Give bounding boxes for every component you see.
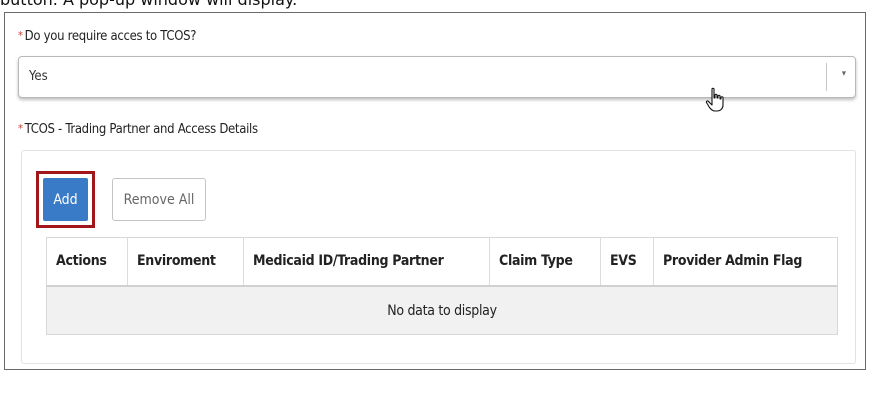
tcos-form-card: * Do you require acces to TCOS? Yes ▾ * TC… — [4, 12, 866, 370]
tcos-question-label: * Do you require acces to TCOS? — [18, 29, 196, 44]
table-header: Actions Enviroment Medicaid ID/Trading P… — [47, 238, 837, 287]
instruction-caption: button. A pop-up window will display. — [0, 0, 297, 9]
add-button[interactable]: Add — [43, 178, 88, 221]
column-header-actions[interactable]: Actions — [47, 238, 128, 285]
column-header-provider-admin-flag[interactable]: Provider Admin Flag — [654, 238, 837, 285]
select-divider — [826, 63, 827, 91]
tcos-question-text: Do you require acces to TCOS? — [24, 29, 197, 44]
column-header-environment[interactable]: Enviroment — [128, 238, 244, 285]
required-mark: * — [18, 122, 23, 135]
hand-pointer-cursor-icon — [705, 87, 724, 112]
tcos-details-text: TCOS - Trading Partner and Access Detail… — [24, 122, 258, 137]
table-empty-row: No data to display — [47, 287, 837, 334]
tcos-details-label: * TCOS - Trading Partner and Access Detai… — [18, 122, 258, 137]
tcos-access-select[interactable]: Yes ▾ — [18, 56, 856, 98]
chevron-down-icon[interactable]: ▾ — [842, 69, 846, 79]
required-mark: * — [18, 29, 23, 42]
column-header-medicaid-id[interactable]: Medicaid ID/Trading Partner — [244, 238, 490, 285]
column-header-evs[interactable]: EVS — [601, 238, 654, 285]
trading-partner-panel: Add Remove All Actions Enviroment Medica… — [21, 150, 856, 364]
tcos-access-selected-value: Yes — [29, 69, 48, 84]
add-button-highlight: Add — [36, 171, 95, 228]
remove-all-button[interactable]: Remove All — [112, 178, 206, 221]
trading-partner-table: Actions Enviroment Medicaid ID/Trading P… — [46, 237, 838, 335]
column-header-claim-type[interactable]: Claim Type — [490, 238, 601, 285]
